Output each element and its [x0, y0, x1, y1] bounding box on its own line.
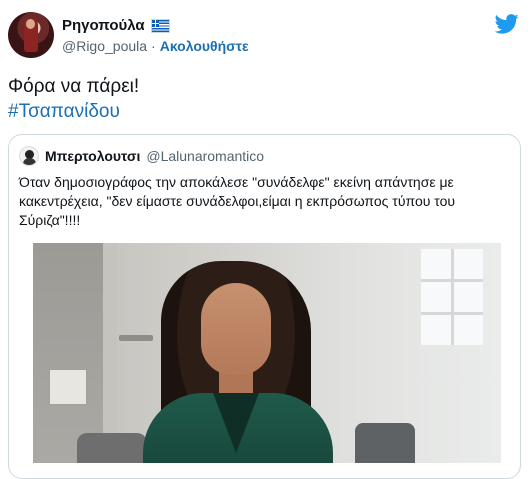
author-handle-row: @Rigo_poula · Ακολουθήστε [62, 38, 249, 54]
quoted-tweet-photo[interactable] [33, 243, 501, 463]
greece-flag-icon [150, 18, 170, 33]
photo-door-frame [103, 243, 117, 463]
tweet-text: Φόρα να πάρει! [8, 76, 140, 97]
photo-person-face [201, 283, 271, 375]
quoted-tweet-header: Μπερτολουτσι @Lalunaromantico [19, 146, 264, 166]
quoted-author-avatar[interactable] [19, 146, 39, 166]
author-handle[interactable]: @Rigo_poula [62, 38, 147, 54]
author-name-row: Ρηγοπούλα [62, 17, 170, 34]
photo-window [421, 249, 483, 345]
quoted-author-handle[interactable]: @Lalunaromantico [146, 148, 264, 164]
avatar-face [26, 19, 35, 29]
separator-dot: · [151, 38, 156, 54]
quoted-tweet-text: Όταν δημοσιογράφος την αποκάλεσε "συνάδε… [19, 174, 456, 228]
photo-wall [33, 243, 103, 463]
photo-light-switch [49, 369, 87, 405]
tweet-body: Φόρα να πάρει! #Τσαπανίδου [8, 74, 139, 124]
photo-door-handle [119, 335, 153, 341]
hashtag-link[interactable]: #Τσαπανίδου [8, 99, 139, 124]
tweet-card: Ρηγοπούλα @Rigo_poula · Ακολουθήστε Φόρα… [0, 0, 531, 479]
follow-button[interactable]: Ακολουθήστε [160, 38, 249, 54]
photo-chair-left [77, 433, 147, 463]
quoted-author-name[interactable]: Μπερτολουτσι [45, 148, 140, 164]
quoted-tweet[interactable]: Μπερτολουτσι @Lalunaromantico Όταν δημοσ… [8, 134, 521, 479]
photo-chair-right [355, 423, 415, 463]
twitter-bird-icon[interactable] [495, 14, 519, 34]
author-display-name[interactable]: Ρηγοπούλα [62, 17, 145, 34]
author-avatar[interactable] [8, 12, 54, 58]
